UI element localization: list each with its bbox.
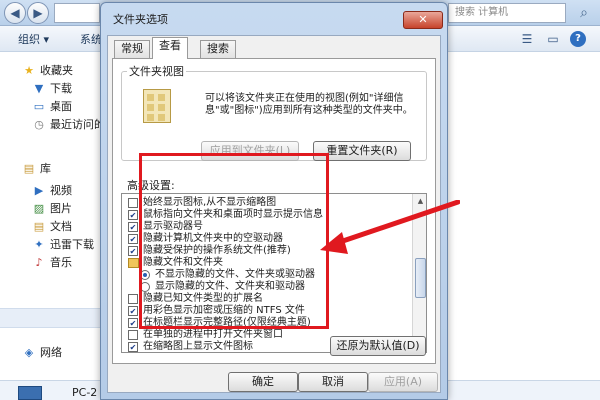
search-icon[interactable]: ⌕ (574, 3, 594, 23)
network-icon: ◈ (24, 346, 34, 359)
computer-icon (18, 386, 42, 400)
sidebar-item-label: 视频 (50, 184, 72, 197)
star-icon: ★ (24, 64, 34, 77)
sidebar-divider (0, 308, 104, 328)
setting-checkbox[interactable]: ✔ (128, 234, 138, 244)
restore-defaults-button[interactable]: 还原为默认值(D) (330, 336, 426, 356)
sidebar-item-label: 图片 (50, 202, 72, 215)
sidebar-item[interactable]: ▼ 下载 (0, 80, 104, 98)
sidebar-item[interactable]: ✦ 迅雷下载 (0, 236, 104, 254)
sidebar-item[interactable]: ◈ 网络 (0, 344, 104, 362)
recent-places-icon: ◷ (34, 118, 44, 131)
setting-checkbox[interactable]: ✔ (128, 222, 138, 232)
tab-general[interactable]: 常规 (114, 40, 150, 58)
sidebar-item-label: 文档 (50, 220, 72, 233)
search-input[interactable]: 搜索 计算机 (448, 3, 566, 23)
setting-checkbox[interactable]: ✔ (128, 210, 138, 220)
sidebar-item-label: 收藏夹 (40, 64, 73, 77)
dialog-title: 文件夹选项 (113, 13, 168, 26)
sidebar-item[interactable]: ▤ 库 (0, 160, 104, 178)
back-button[interactable]: ◀ (4, 2, 26, 24)
scroll-thumb[interactable] (415, 258, 426, 298)
organize-menu[interactable]: 组织 ▾ (18, 31, 49, 47)
system-properties-button[interactable]: 系统 (80, 31, 102, 47)
sidebar-item[interactable]: ▨ 图片 (0, 200, 104, 218)
setting-label: 在单独的进程中打开文件夹窗口 (143, 329, 283, 340)
sidebar-item[interactable]: ▤ 文档 (0, 218, 104, 236)
sidebar-item-label: 最近访问的 (50, 118, 105, 131)
setting-checkbox[interactable] (128, 294, 138, 304)
pictures-icon: ▨ (33, 202, 45, 215)
folder-view-legend: 文件夹视图 (127, 63, 186, 79)
sidebar-item-label: 音乐 (50, 256, 72, 269)
folder-view-icon (143, 89, 171, 123)
ok-button[interactable]: 确定 (228, 372, 298, 392)
close-icon: ✕ (418, 13, 428, 26)
setting-checkbox[interactable]: ✔ (128, 246, 138, 256)
apply-button[interactable]: 应用(A) (368, 372, 438, 392)
thunder-download-icon: ✦ (34, 238, 44, 251)
documents-icon: ▤ (33, 220, 45, 233)
help-icon[interactable]: ? (570, 31, 586, 47)
sidebar-item[interactable]: ▭ 桌面 (0, 98, 104, 116)
setting-label: 在缩略图上显示文件图标 (143, 341, 253, 352)
navigation-pane: ★收藏夹▼下载▭桌面◷最近访问的▤库▶视频▨图片▤文档✦迅雷下载♪音乐▭计算机◈… (0, 52, 105, 400)
library-icon: ▤ (23, 162, 35, 175)
sidebar-item[interactable]: ♪ 音乐 (0, 254, 104, 272)
forward-button[interactable]: ▶ (27, 2, 49, 24)
setting-checkbox[interactable]: ✔ (128, 318, 138, 328)
highlight-box (139, 153, 329, 329)
folder-icon (128, 258, 139, 268)
tab-search[interactable]: 搜索 (200, 40, 236, 58)
setting-checkbox[interactable] (128, 330, 138, 340)
tab-view[interactable]: 查看 (152, 37, 188, 59)
download-folder-icon: ▼ (34, 82, 44, 95)
address-bar[interactable] (54, 3, 100, 23)
close-button[interactable]: ✕ (403, 11, 443, 29)
sidebar-item[interactable]: ▶ 视频 (0, 182, 104, 200)
computer-name: PC-2 (72, 386, 98, 399)
desktop-icon: ▭ (33, 100, 45, 113)
sidebar-item-label: 迅雷下载 (50, 238, 94, 251)
sidebar-item-label: 下载 (50, 82, 72, 95)
music-icon: ♪ (35, 256, 43, 269)
sidebar-item-label: 库 (40, 162, 51, 175)
setting-checkbox[interactable]: ✔ (128, 306, 138, 316)
sidebar-item[interactable]: ★ 收藏夹 (0, 62, 104, 80)
preview-pane-icon[interactable]: ▭ (544, 30, 562, 48)
sidebar-item-label: 网络 (40, 346, 62, 359)
setting-checkbox[interactable]: ✔ (128, 342, 138, 352)
sidebar-item[interactable]: ◷ 最近访问的 (0, 116, 105, 134)
sidebar-item-label: 桌面 (50, 100, 72, 113)
setting-checkbox[interactable] (128, 198, 138, 208)
folder-view-description: 可以将该文件夹正在使用的视图(例如"详细信息"或"图标")应用到所有这种类型的文… (205, 93, 413, 116)
view-options-icon[interactable]: ☰ (518, 30, 536, 48)
annotation-arrow (320, 200, 460, 254)
cancel-button[interactable]: 取消 (298, 372, 368, 392)
video-icon: ▶ (34, 184, 44, 197)
